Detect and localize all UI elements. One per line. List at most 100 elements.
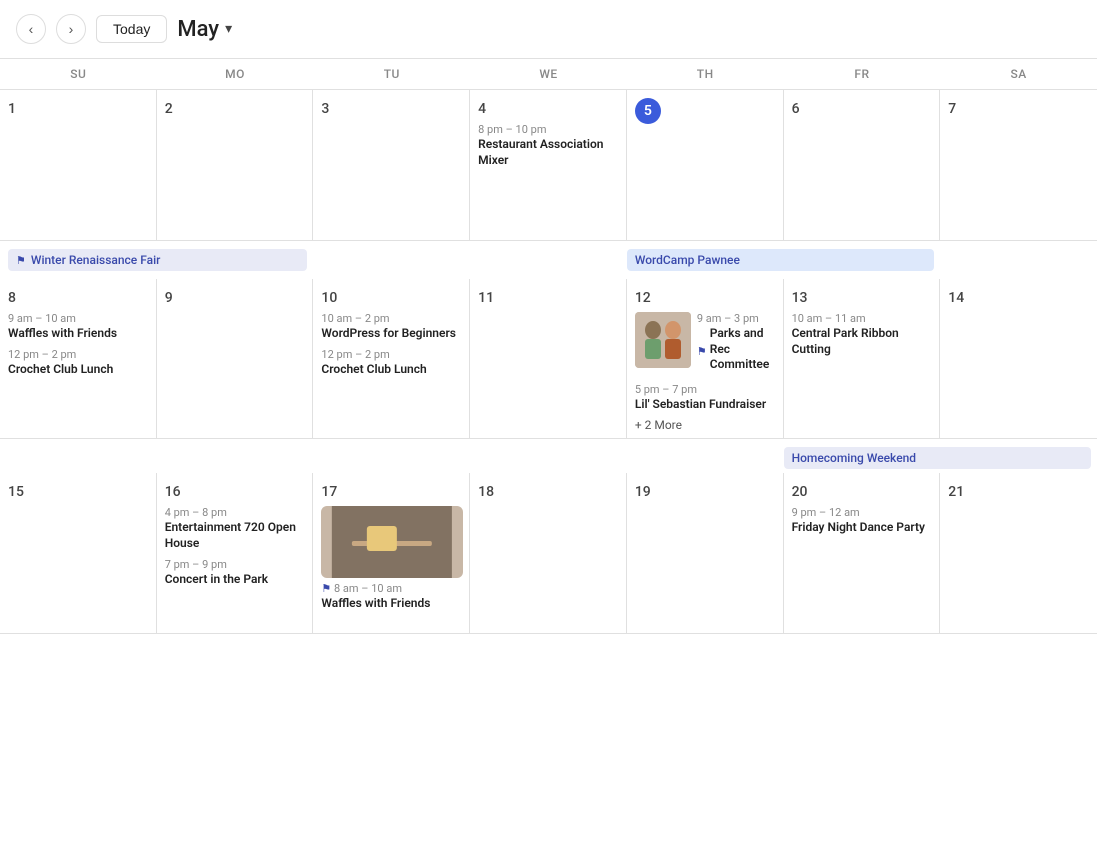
day-19: 19 [627,473,784,633]
today-button[interactable]: Today [96,15,167,43]
ent720-title[interactable]: Entertainment 720 Open House [165,520,307,551]
day-14: 14 [940,279,1097,438]
crochet-title-8[interactable]: Crochet Club Lunch [8,362,150,378]
day-num-12: 12 [635,290,651,306]
week3-banner-layer: Homecoming Weekend [0,439,1097,473]
wordpress-title[interactable]: WordPress for Beginners [321,326,463,342]
day-num-15: 15 [8,484,24,500]
month-chevron-icon: ▾ [225,21,232,37]
parks-rec-title-row: ⚑ Parks and Rec Committee [697,326,777,377]
waffles17-title[interactable]: Waffles with Friends [321,596,463,612]
event-title-restaurant[interactable]: Restaurant Association Mixer [478,137,620,168]
week-row-2-container: ⚑ Winter Renaissance Fair WordCamp Pawne… [0,241,1097,439]
crochet-time-8: 12 pm – 2 pm [8,348,150,361]
prev-button[interactable]: ‹ [16,14,46,44]
day-4: 4 8 pm – 10 pm Restaurant Association Mi… [470,90,627,240]
wordcamp-banner-cell: WordCamp Pawnee [627,245,940,275]
day-5: 5 [627,90,784,240]
day-num-9: 9 [165,290,173,306]
day-num-20: 20 [792,484,808,500]
sebastian-title[interactable]: Lil' Sebastian Fundraiser [635,397,777,413]
day-num-10: 10 [321,290,337,306]
day-num-7: 7 [948,101,956,117]
day-20: 20 9 pm – 12 am Friday Night Dance Party [784,473,941,633]
day-3: 3 [313,90,470,240]
event-time: 8 pm – 10 pm [478,123,620,136]
day-num-14: 14 [948,290,964,306]
day-6: 6 [784,90,941,240]
calendar: SU MO TU WE TH FR SA 1 2 3 4 8 pm – 10 p… [0,58,1097,634]
day-15: 15 [0,473,157,633]
crochet-event-8: 12 pm – 2 pm Crochet Club Lunch [8,348,150,378]
month-label: May [177,17,219,42]
day-8: 8 9 am – 10 am Waffles with Friends 12 p… [0,279,157,438]
week-row-1: 1 2 3 4 8 pm – 10 pm Restaurant Associat… [0,90,1097,241]
day-num-21: 21 [948,484,964,500]
waffles-title-8[interactable]: Waffles with Friends [8,326,150,342]
spacer2 [940,245,1097,275]
parks-rec-event: 9 am – 3 pm ⚑ Parks and Rec Committee [635,312,777,377]
week2-banner-layer: ⚑ Winter Renaissance Fair WordCamp Pawne… [0,241,1097,279]
more-events-link[interactable]: + 2 More [635,418,777,432]
header-mo: MO [157,59,314,89]
crochet-title-10[interactable]: Crochet Club Lunch [321,362,463,378]
day-12: 12 9 am – 3 pm [627,279,784,438]
parks-rec-time: 9 am – 3 pm [697,312,777,325]
header-we: WE [470,59,627,89]
week2-cells: 8 9 am – 10 am Waffles with Friends 12 p… [0,279,1097,438]
waffles17-image [321,506,463,578]
sebastian-event: 5 pm – 7 pm Lil' Sebastian Fundraiser [635,383,777,413]
day-13: 13 10 am – 11 am Central Park Ribbon Cut… [784,279,941,438]
waffles-event-8: 9 am – 10 am Waffles with Friends [8,312,150,342]
parks-rec-title[interactable]: Parks and Rec Committee [710,326,777,373]
day-16: 16 4 pm – 8 pm Entertainment 720 Open Ho… [157,473,314,633]
week-row-3-container: Homecoming Weekend 15 16 4 pm – 8 pm Ent… [0,439,1097,634]
concert-title[interactable]: Concert in the Park [165,572,307,588]
concert-event: 7 pm – 9 pm Concert in the Park [165,558,307,588]
wordcamp-label: WordCamp Pawnee [635,253,740,267]
ent720-time: 4 pm – 8 pm [165,506,307,519]
week3-spacer [0,443,784,469]
flag-icon: ⚑ [16,254,26,267]
day-num-13: 13 [792,290,808,306]
day-num-4: 4 [478,101,486,117]
day-18: 18 [470,473,627,633]
next-button[interactable]: › [56,14,86,44]
ribbon-time: 10 am – 11 am [792,312,934,325]
homecoming-label: Homecoming Weekend [792,451,917,465]
spacer1 [313,245,626,275]
ribbon-event: 10 am – 11 am Central Park Ribbon Cuttin… [792,312,934,357]
header-sa: SA [940,59,1097,89]
day-10: 10 10 am – 2 pm WordPress for Beginners … [313,279,470,438]
day-num-18: 18 [478,484,494,500]
friday-night-title[interactable]: Friday Night Dance Party [792,520,934,536]
day-num-16: 16 [165,484,181,500]
wordpress-time: 10 am – 2 pm [321,312,463,325]
day-num-3: 3 [321,101,329,117]
day-9: 9 [157,279,314,438]
homecoming-banner[interactable]: Homecoming Weekend [784,447,1091,469]
day-num-19: 19 [635,484,651,500]
week3-cells: 15 16 4 pm – 8 pm Entertainment 720 Open… [0,473,1097,633]
waffles17-flag-icon: ⚑ [321,582,331,595]
ribbon-title[interactable]: Central Park Ribbon Cutting [792,326,934,357]
day-21: 21 [940,473,1097,633]
day-headers: SU MO TU WE TH FR SA [0,59,1097,90]
header-tu: TU [313,59,470,89]
winter-fair-label: Winter Renaissance Fair [31,253,161,267]
concert-time: 7 pm – 9 pm [165,558,307,571]
day-num-17: 17 [321,484,337,500]
parks-rec-info: 9 am – 3 pm ⚑ Parks and Rec Committee [697,312,777,377]
waffles17-time: ⚑ 8 am – 10 am [321,582,463,595]
month-title[interactable]: May ▾ [177,17,232,42]
friday-night-time: 9 pm – 12 am [792,506,934,519]
ent720-event: 4 pm – 8 pm Entertainment 720 Open House [165,506,307,551]
day-7: 7 [940,90,1097,240]
day-num-8: 8 [8,290,16,306]
crochet-event-10: 12 pm – 2 pm Crochet Club Lunch [321,348,463,378]
friday-night-event: 9 pm – 12 am Friday Night Dance Party [792,506,934,536]
day-num-11: 11 [478,290,494,306]
wordcamp-banner[interactable]: WordCamp Pawnee [627,249,934,271]
parks-flag-icon: ⚑ [697,345,707,358]
winter-fair-banner[interactable]: ⚑ Winter Renaissance Fair [8,249,307,271]
